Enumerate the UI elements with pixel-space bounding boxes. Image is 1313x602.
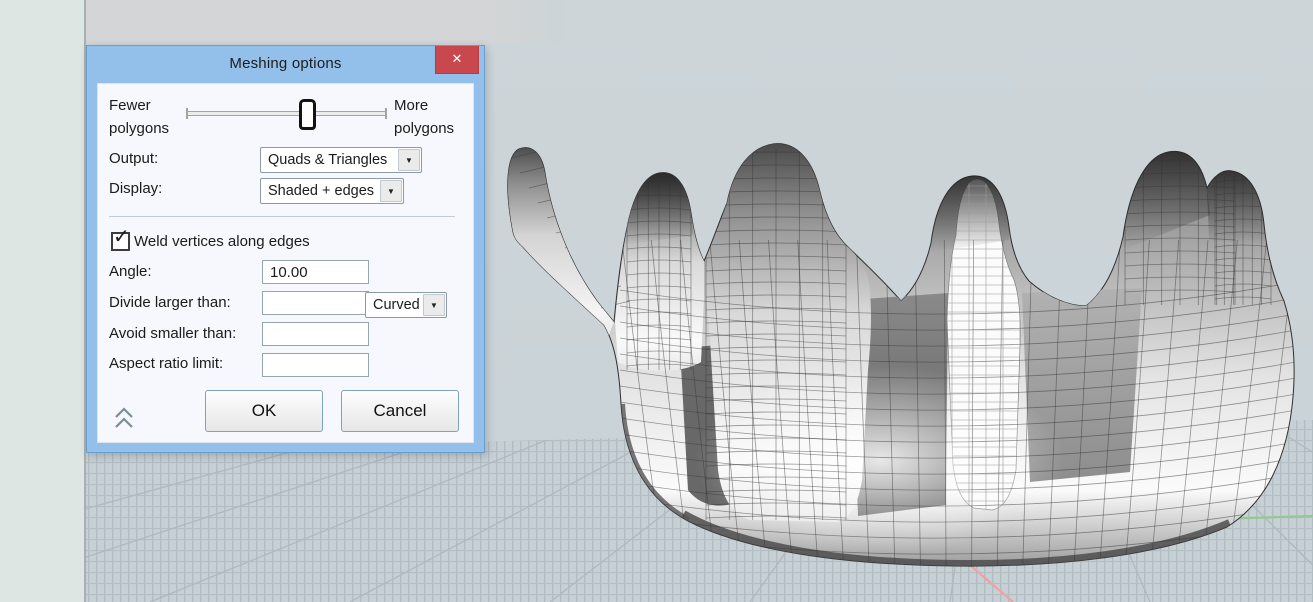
- polygon-density-slider-track[interactable]: [186, 108, 387, 119]
- side-panel: [0, 0, 86, 602]
- checkmark-icon: ✓: [113, 226, 130, 248]
- cancel-button[interactable]: Cancel: [341, 390, 459, 432]
- collapse-chevrons-icon[interactable]: [112, 406, 136, 434]
- weld-vertices-label: Weld vertices along edges: [134, 233, 310, 250]
- more-polygons-label: More polygons: [394, 97, 455, 138]
- divide-units-value: Curved: [373, 297, 420, 313]
- dialog-body: Fewer polygons More polygons Output: Qua…: [97, 83, 474, 443]
- divide-larger-label: Divide larger than:: [109, 294, 231, 311]
- chevron-down-icon: ▼: [423, 294, 445, 316]
- display-dropdown[interactable]: Shaded + edges ▼: [260, 178, 404, 204]
- aspect-ratio-input[interactable]: [262, 353, 369, 377]
- chevron-down-icon: ▼: [398, 149, 420, 171]
- display-dropdown-value: Shaded + edges: [268, 183, 375, 199]
- slider-right-cap: [385, 108, 387, 119]
- dialog-title[interactable]: Meshing options: [87, 55, 484, 72]
- divide-units-dropdown[interactable]: Curved ▼: [365, 292, 447, 318]
- divide-larger-input[interactable]: [262, 291, 369, 315]
- toolbar-area: [85, 0, 563, 43]
- output-dropdown[interactable]: Quads & Triangles ▼: [260, 147, 422, 173]
- weld-vertices-checkbox[interactable]: ✓: [111, 226, 130, 251]
- meshing-options-dialog: Meshing options ✕ Fewer polygons More po…: [86, 45, 485, 453]
- fewer-polygons-label: Fewer polygons: [109, 97, 170, 138]
- separator-line: [109, 216, 455, 217]
- polygon-density-slider-handle[interactable]: [299, 99, 316, 130]
- output-label: Output:: [109, 150, 159, 167]
- chevron-down-icon: ▼: [380, 180, 402, 202]
- avoid-smaller-input[interactable]: [262, 322, 369, 346]
- slider-left-cap: [186, 108, 188, 119]
- avoid-smaller-label: Avoid smaller than:: [109, 325, 237, 342]
- ok-button[interactable]: OK: [205, 390, 323, 432]
- display-label: Display:: [109, 180, 163, 197]
- close-button[interactable]: ✕: [435, 46, 479, 74]
- angle-input[interactable]: [262, 260, 369, 284]
- output-dropdown-value: Quads & Triangles: [268, 152, 388, 168]
- angle-label: Angle:: [109, 263, 152, 280]
- aspect-ratio-label: Aspect ratio limit:: [109, 355, 224, 372]
